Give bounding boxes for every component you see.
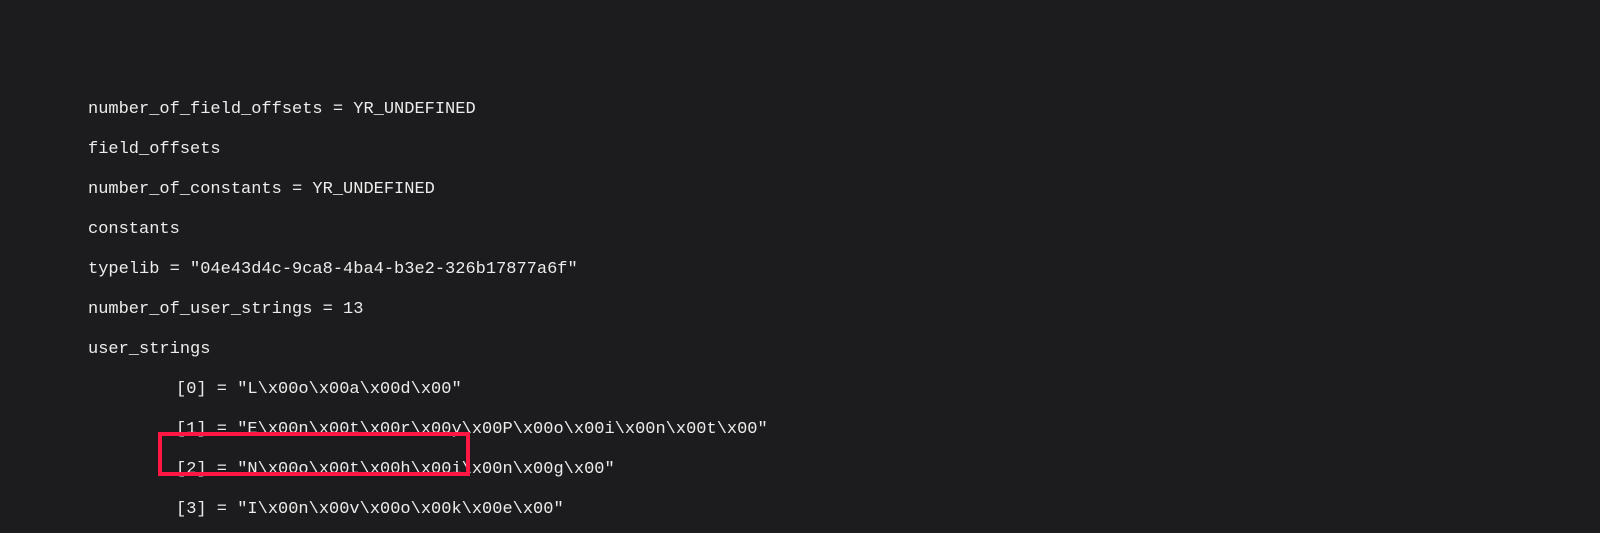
output-line: number_of_constants = YR_UNDEFINED [0, 180, 1600, 200]
output-line: number_of_user_strings = 13 [0, 300, 1600, 320]
output-line: user_strings [0, 340, 1600, 360]
output-line: field_offsets [0, 140, 1600, 160]
user-string-3: [3] = "I\x00n\x00v\x00o\x00k\x00e\x00" [0, 500, 1600, 520]
output-line: typelib = "04e43d4c-9ca8-4ba4-b3e2-326b1… [0, 260, 1600, 280]
output-line: number_of_field_offsets = YR_UNDEFINED [0, 100, 1600, 120]
output-line: constants [0, 220, 1600, 240]
user-string-0: [0] = "L\x00o\x00a\x00d\x00" [0, 380, 1600, 400]
user-string-1: [1] = "E\x00n\x00t\x00r\x00y\x00P\x00o\x… [0, 420, 1600, 440]
user-string-2: [2] = "N\x00o\x00t\x00h\x00i\x00n\x00g\x… [0, 460, 1600, 480]
